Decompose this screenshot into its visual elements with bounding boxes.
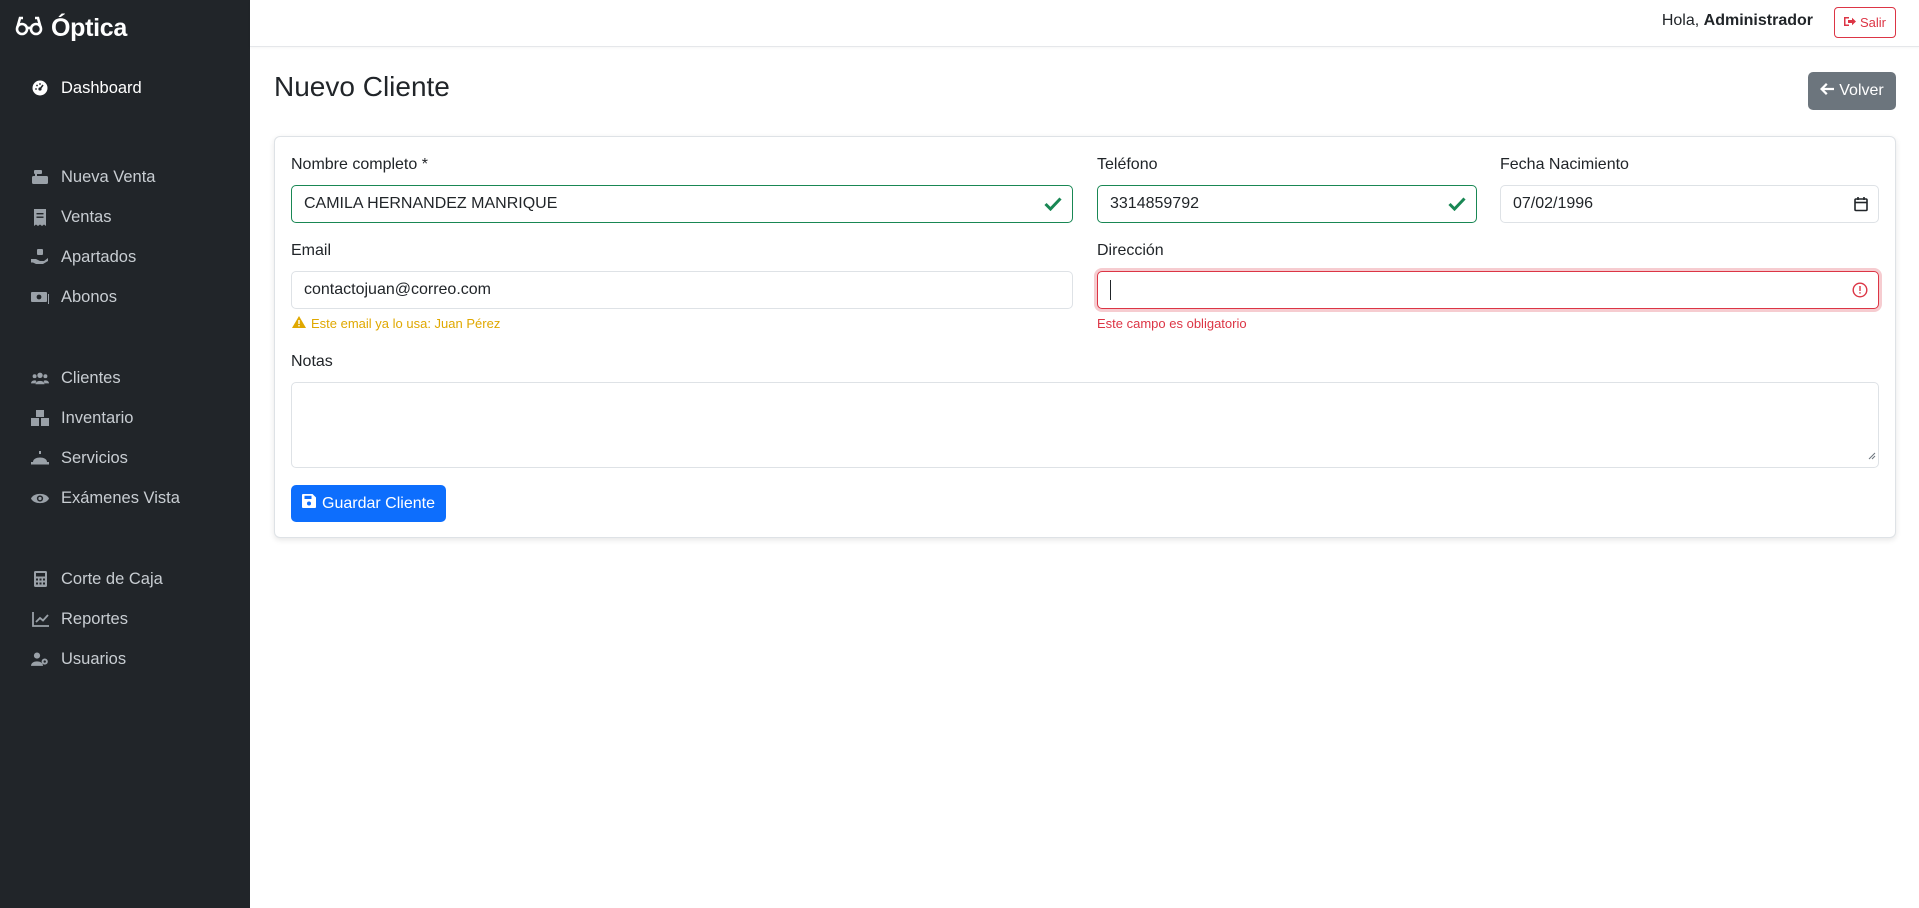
users-icon xyxy=(31,369,49,387)
sidebar-item-label: Nueva Venta xyxy=(61,167,156,186)
page-title: Nuevo Cliente xyxy=(274,71,450,102)
sidebar-item-servicios[interactable]: Servicios xyxy=(31,443,128,473)
calendar-icon[interactable] xyxy=(1854,197,1868,212)
sidebar-item-label: Exámenes Vista xyxy=(61,488,180,507)
sidebar-item-label: Apartados xyxy=(61,247,137,266)
eye-icon xyxy=(31,489,49,507)
check-icon xyxy=(1044,197,1062,211)
sidebar-item-clientes[interactable]: Clientes xyxy=(31,363,121,393)
nombre-value: CAMILA HERNANDEZ MANRIQUE xyxy=(304,195,558,212)
service-bell-icon xyxy=(31,449,49,467)
nombre-input[interactable]: CAMILA HERNANDEZ MANRIQUE xyxy=(291,185,1073,223)
email-label: Email xyxy=(291,242,332,259)
sidebar-item-corte-de-caja[interactable]: Corte de Caja xyxy=(31,564,163,594)
sidebar-item-label: Reportes xyxy=(61,609,128,628)
resize-grip-icon[interactable] xyxy=(1867,447,1876,465)
user-name: Administrador xyxy=(1703,12,1813,29)
fecha-label: Fecha Nacimiento xyxy=(1500,156,1629,173)
sidebar-item-label: Servicios xyxy=(61,448,128,467)
notas-textarea[interactable] xyxy=(291,382,1879,468)
nombre-label: Nombre completo * xyxy=(291,156,428,173)
boxes-icon xyxy=(31,409,49,427)
direccion-label: Dirección xyxy=(1097,242,1164,259)
text-caret xyxy=(1110,280,1111,300)
sidebar-item-apartados[interactable]: Apartados xyxy=(31,242,136,272)
sidebar-item-abonos[interactable]: Abonos xyxy=(31,282,117,312)
sidebar-item-label: Clientes xyxy=(61,368,121,387)
sidebar-item-label: Usuarios xyxy=(61,649,127,668)
brand-name: Óptica xyxy=(51,14,127,42)
glasses-icon xyxy=(15,15,43,42)
direccion-input[interactable] xyxy=(1097,271,1879,309)
telefono-input[interactable]: 3314859792 xyxy=(1097,185,1477,223)
email-input[interactable]: contactojuan@correo.com xyxy=(291,271,1073,309)
dashboard-gauge-icon xyxy=(31,79,49,97)
hand-holding-icon xyxy=(31,248,49,266)
receipt-icon xyxy=(31,208,49,226)
greeting-prefix: Hola, xyxy=(1661,12,1700,29)
telefono-value: 3314859792 xyxy=(1110,195,1199,212)
user-gear-icon xyxy=(31,650,49,668)
sidebar-item-usuarios[interactable]: Usuarios xyxy=(31,644,126,674)
money-bill-icon xyxy=(31,288,49,306)
cash-register-icon xyxy=(31,168,49,186)
sidebar-item-label: Abonos xyxy=(61,287,117,306)
sidebar-item-examenes-vista[interactable]: Exámenes Vista xyxy=(31,483,180,513)
sign-out-icon xyxy=(1843,15,1856,30)
email-warning: Este email ya lo usa: Juan Pérez xyxy=(292,316,500,331)
brand[interactable]: Óptica xyxy=(15,14,127,43)
sidebar-item-ventas[interactable]: Ventas xyxy=(31,202,111,232)
sidebar-item-dashboard[interactable]: Dashboard xyxy=(31,73,142,103)
logout-button[interactable]: Salir xyxy=(1834,7,1896,38)
sidebar-item-label: Ventas xyxy=(61,207,112,226)
fecha-value: 07/02/1996 xyxy=(1513,195,1594,212)
notas-label: Notas xyxy=(291,353,333,370)
arrow-left-icon xyxy=(1820,82,1835,100)
topbar: Hola, Administrador Salir xyxy=(250,0,1919,47)
email-warning-text: Este email ya lo usa: Juan Pérez xyxy=(311,316,501,331)
line-chart-icon xyxy=(31,610,49,628)
warning-icon xyxy=(292,316,306,331)
sidebar-item-label: Inventario xyxy=(61,408,134,427)
calculator-icon xyxy=(31,570,49,588)
sidebar-item-label: Dashboard xyxy=(61,78,142,97)
save-client-button[interactable]: Guardar Cliente xyxy=(291,485,446,522)
back-label: Volver xyxy=(1839,82,1884,99)
sidebar-item-nueva-venta[interactable]: Nueva Venta xyxy=(31,162,156,192)
floppy-disk-icon xyxy=(302,494,317,513)
user-greeting: Hola, Administrador xyxy=(1662,12,1813,30)
logout-label: Salir xyxy=(1859,15,1886,30)
telefono-label: Teléfono xyxy=(1097,156,1158,173)
email-value: contactojuan@correo.com xyxy=(304,281,491,298)
save-label: Guardar Cliente xyxy=(322,494,435,512)
sidebar-item-label: Corte de Caja xyxy=(61,569,163,588)
direccion-error: Este campo es obligatorio xyxy=(1097,316,1247,331)
sidebar: Óptica Dashboard Nueva Venta Ventas Apar… xyxy=(0,0,250,908)
sidebar-item-reportes[interactable]: Reportes xyxy=(31,604,128,634)
sidebar-item-inventario[interactable]: Inventario xyxy=(31,403,133,433)
back-button[interactable]: Volver xyxy=(1808,72,1896,110)
error-circle-icon xyxy=(1852,282,1868,298)
check-icon xyxy=(1448,197,1466,211)
fecha-nacimiento-input[interactable]: 07/02/1996 xyxy=(1500,185,1879,223)
